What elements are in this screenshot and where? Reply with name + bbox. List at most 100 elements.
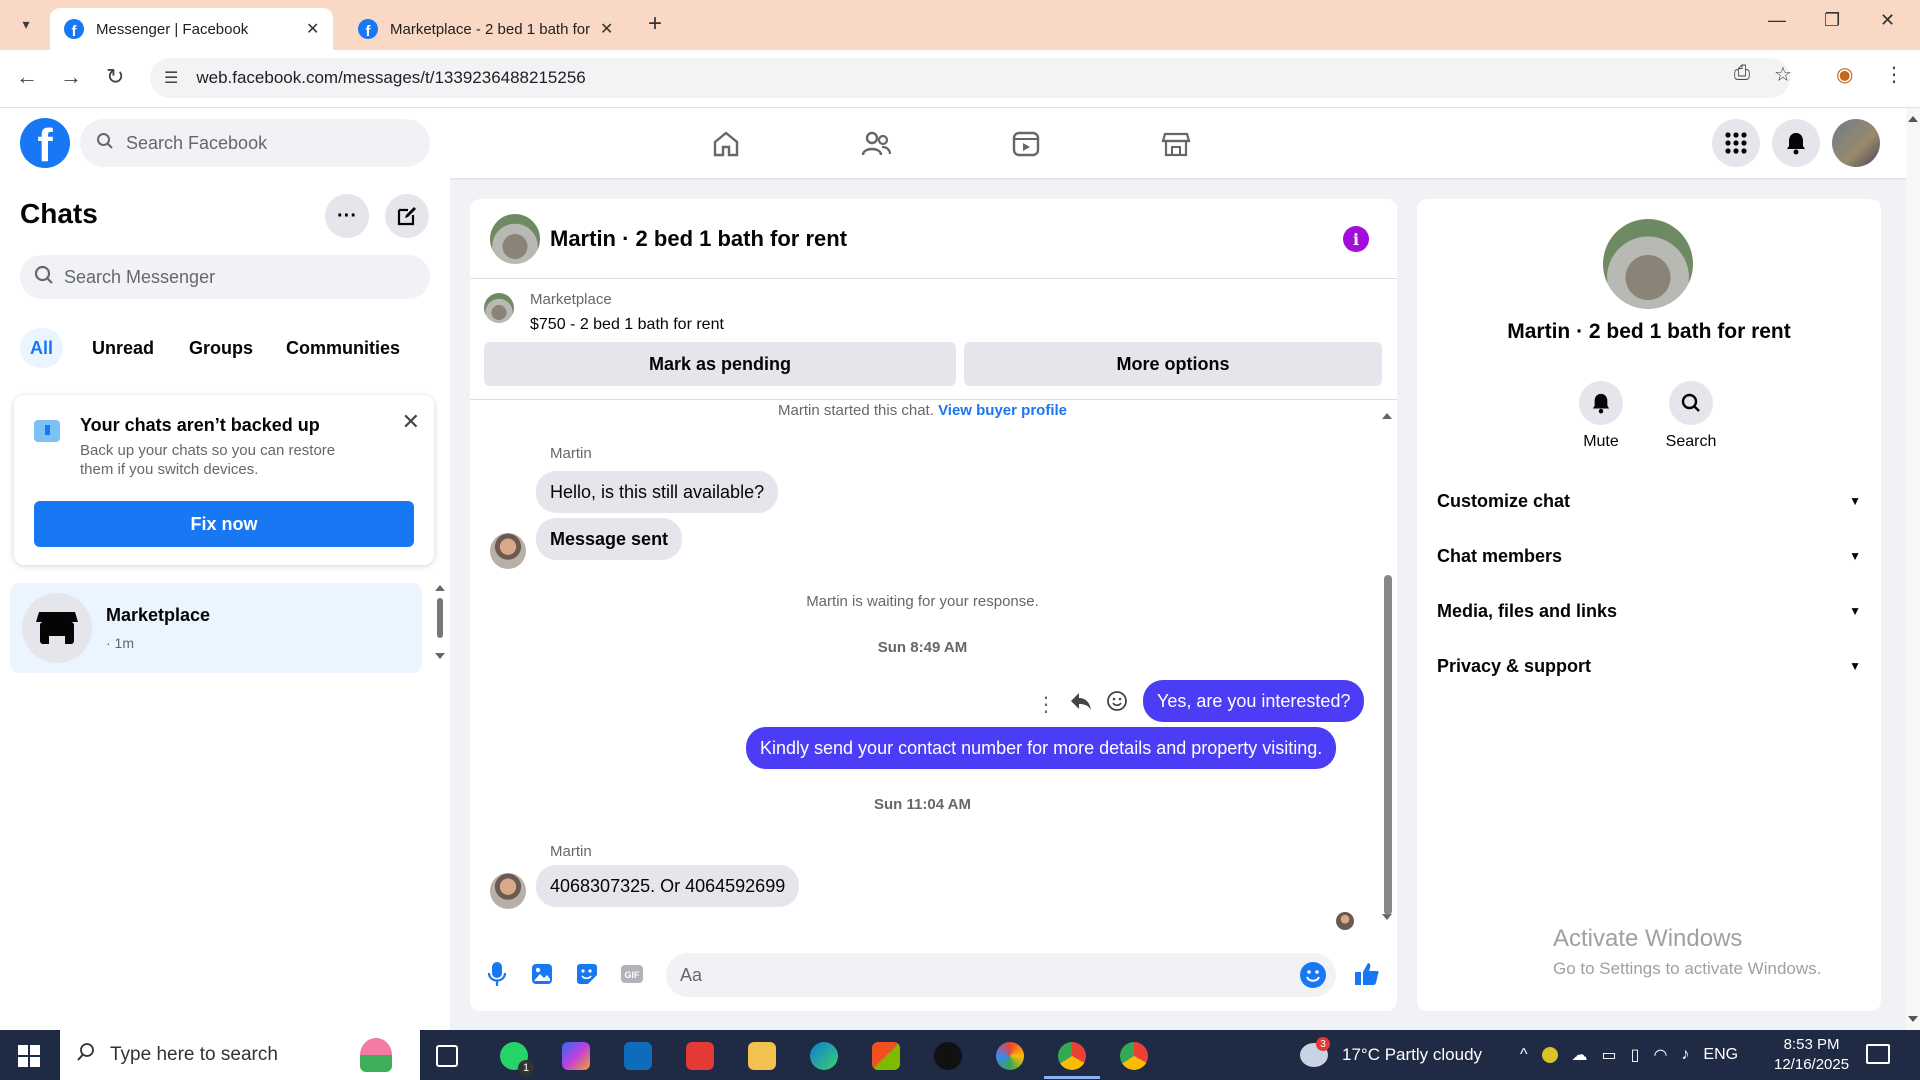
- marketplace-icon[interactable]: [1156, 126, 1196, 162]
- chat-members-section[interactable]: Chat members ▼: [1437, 536, 1861, 576]
- mark-as-pending-button[interactable]: Mark as pending: [484, 342, 956, 386]
- like-thumb-icon[interactable]: [1354, 961, 1380, 987]
- notifications-bell-icon[interactable]: [1772, 119, 1820, 167]
- chrome-profile-icon[interactable]: [1120, 1042, 1148, 1070]
- tab-messenger[interactable]: f Messenger | Facebook ✕: [50, 8, 334, 50]
- tab-marketplace[interactable]: f Marketplace - 2 bed 1 bath for ✕: [344, 8, 627, 50]
- weather-widget[interactable]: 3 17°C Partly cloudy: [1300, 1030, 1482, 1080]
- close-tab-icon[interactable]: ✕: [600, 19, 613, 39]
- microsoft-store-icon[interactable]: [872, 1042, 900, 1070]
- more-actions-icon[interactable]: ⋮: [1036, 692, 1056, 717]
- gif-icon[interactable]: GIF: [619, 961, 645, 987]
- minimize-icon[interactable]: —: [1768, 10, 1786, 31]
- new-tab-button[interactable]: +: [648, 10, 662, 38]
- chat-list-scrollbar[interactable]: [434, 583, 446, 663]
- conversation-scroll-thumb[interactable]: [1384, 575, 1392, 915]
- sender-avatar[interactable]: [490, 533, 526, 569]
- close-tab-icon[interactable]: ✕: [306, 19, 319, 39]
- listing-price-title[interactable]: $750 - 2 bed 1 bath for rent: [530, 316, 724, 334]
- message-input[interactable]: Aa: [666, 953, 1336, 997]
- conversation-title[interactable]: Martin · 2 bed 1 bath for rent: [550, 226, 847, 252]
- friends-icon[interactable]: [856, 126, 896, 162]
- outlook-icon[interactable]: [624, 1042, 652, 1070]
- volume-icon[interactable]: ♪: [1681, 1046, 1689, 1064]
- listing-thumbnail[interactable]: [484, 293, 514, 323]
- language-indicator[interactable]: ENG: [1703, 1046, 1738, 1064]
- details-avatar[interactable]: [1603, 219, 1693, 309]
- filter-communities[interactable]: Communities: [276, 328, 410, 368]
- install-app-icon[interactable]: ⎙: [1734, 62, 1750, 85]
- browser-menu-icon[interactable]: ⋮: [1884, 62, 1904, 87]
- messenger-search-input[interactable]: Search Messenger: [20, 255, 430, 299]
- emoji-icon[interactable]: [1300, 962, 1326, 988]
- forward-arrow-icon[interactable]: →: [60, 64, 82, 90]
- profile-icon[interactable]: ◉: [1836, 62, 1853, 87]
- reply-icon[interactable]: [1070, 691, 1092, 717]
- cloud-icon[interactable]: ☁: [1572, 1045, 1588, 1065]
- tray-app-icon[interactable]: [1541, 1047, 1558, 1063]
- info-icon[interactable]: i: [1343, 226, 1369, 252]
- restore-icon[interactable]: ❐: [1824, 10, 1840, 31]
- close-icon[interactable]: ✕: [402, 409, 420, 435]
- facebook-logo[interactable]: f: [20, 118, 70, 168]
- back-arrow-icon[interactable]: ←: [16, 64, 38, 90]
- incoming-message[interactable]: Hello, is this still available?: [536, 471, 779, 513]
- taskbar-search-input[interactable]: Type here to search: [60, 1030, 420, 1080]
- tiktok-icon[interactable]: [934, 1042, 962, 1070]
- new-message-icon[interactable]: [385, 194, 429, 238]
- meet-icon[interactable]: ▭: [1602, 1045, 1617, 1065]
- notification-center-icon[interactable]: [1866, 1044, 1890, 1064]
- windows-start-icon[interactable]: [18, 1045, 40, 1067]
- photo-icon[interactable]: [529, 961, 555, 987]
- incoming-message[interactable]: 4068307325. Or 4064592699: [536, 865, 800, 907]
- outgoing-message[interactable]: Yes, are you interested?: [1143, 680, 1365, 722]
- battery-icon[interactable]: ▯: [1631, 1045, 1640, 1065]
- chrome-icon[interactable]: [1044, 1042, 1100, 1079]
- taskbar-clock[interactable]: 8:53 PM 12/16/2025: [1774, 1035, 1849, 1075]
- filter-groups[interactable]: Groups: [179, 328, 263, 368]
- tab-search-button[interactable]: ▾: [10, 8, 42, 40]
- chat-list-item[interactable]: Marketplace · 1m: [10, 583, 422, 673]
- facebook-search-input[interactable]: Search Facebook: [80, 119, 430, 167]
- site-info-icon[interactable]: ☰: [164, 68, 178, 88]
- filter-unread[interactable]: Unread: [82, 328, 164, 368]
- read-receipt-avatar: [1336, 912, 1354, 930]
- sticker-icon[interactable]: [574, 961, 600, 987]
- sender-avatar[interactable]: [490, 873, 526, 909]
- bookmark-star-icon[interactable]: ☆: [1774, 62, 1792, 87]
- react-emoji-icon[interactable]: [1106, 690, 1128, 718]
- url-text[interactable]: web.facebook.com/messages/t/133923648821…: [196, 68, 585, 88]
- home-icon[interactable]: [706, 126, 746, 162]
- video-icon[interactable]: [1006, 126, 1046, 162]
- show-hidden-icons-icon[interactable]: ^: [1520, 1046, 1528, 1064]
- view-buyer-profile-link[interactable]: View buyer profile: [938, 402, 1067, 419]
- microphone-icon[interactable]: [484, 961, 510, 987]
- url-box[interactable]: ☰ web.facebook.com/messages/t/1339236488…: [150, 58, 1790, 98]
- privacy-support-section[interactable]: Privacy & support ▼: [1437, 646, 1861, 686]
- search-conversation-button[interactable]: Search: [1656, 381, 1726, 451]
- incoming-message[interactable]: Message sent: [536, 518, 683, 560]
- menu-grid-icon[interactable]: [1712, 119, 1760, 167]
- fix-now-button[interactable]: Fix now: [34, 501, 414, 547]
- whatsapp-icon[interactable]: 1: [500, 1042, 534, 1076]
- copilot-icon[interactable]: [562, 1042, 590, 1070]
- app-icon[interactable]: [996, 1042, 1024, 1070]
- account-avatar[interactable]: [1832, 119, 1880, 167]
- reload-icon[interactable]: ↻: [106, 64, 124, 90]
- edge-icon[interactable]: [810, 1042, 838, 1070]
- chat-options-icon[interactable]: ···: [325, 194, 369, 238]
- file-explorer-icon[interactable]: [748, 1042, 776, 1070]
- customize-chat-section[interactable]: Customize chat ▼: [1437, 481, 1861, 521]
- clock-date: 12/16/2025: [1774, 1056, 1850, 1073]
- outgoing-message[interactable]: Kindly send your contact number for more…: [746, 727, 1337, 769]
- task-view-icon[interactable]: [436, 1045, 458, 1067]
- page-scrollbar[interactable]: [1906, 108, 1920, 1030]
- close-window-icon[interactable]: ✕: [1880, 10, 1895, 31]
- more-options-button[interactable]: More options: [964, 342, 1382, 386]
- media-files-links-section[interactable]: Media, files and links ▼: [1437, 591, 1861, 631]
- listing-avatar[interactable]: [490, 214, 540, 264]
- filter-all[interactable]: All: [20, 328, 64, 368]
- wps-office-icon[interactable]: [686, 1042, 714, 1070]
- mute-button[interactable]: Mute: [1566, 381, 1636, 451]
- wifi-icon[interactable]: ◠: [1653, 1045, 1667, 1065]
